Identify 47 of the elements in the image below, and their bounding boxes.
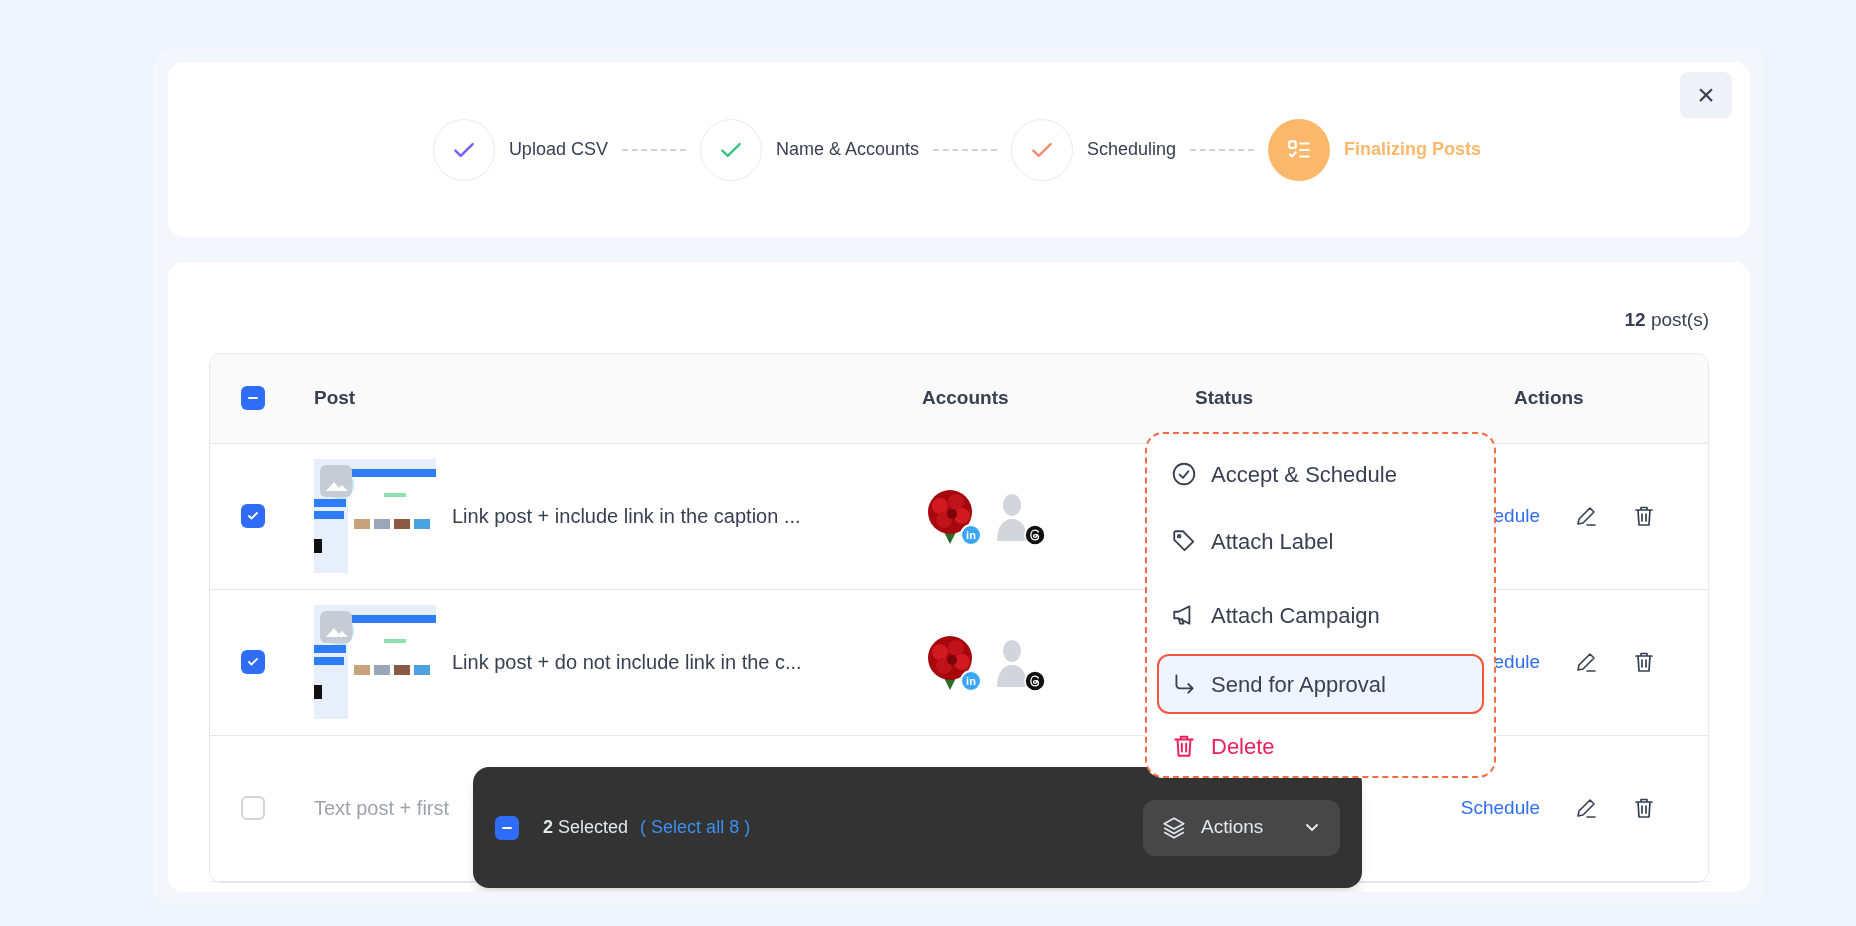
delete-icon[interactable] [1632, 504, 1656, 528]
step-label: Scheduling [1087, 138, 1177, 161]
selected-count: 2 Selected [543, 816, 629, 839]
avatar-silhouette-icon [995, 637, 1029, 687]
threads-icon [1024, 670, 1046, 692]
step-label: Upload CSV [508, 138, 608, 161]
threads-icon [1024, 524, 1046, 546]
delete-icon[interactable] [1632, 650, 1656, 674]
check-circle-icon [1171, 461, 1197, 487]
column-header: Post [314, 386, 356, 408]
post-text: Link post + do not include link in the c... [452, 650, 802, 675]
schedule-link[interactable]: Schedule [1460, 793, 1540, 823]
minus-icon [502, 826, 512, 829]
check-icon [248, 512, 258, 520]
tag-icon [1171, 528, 1197, 554]
menu-item[interactable]: Send for Approval [1157, 654, 1484, 714]
checkbox[interactable] [241, 386, 265, 410]
column-header: Accounts [922, 386, 1009, 408]
avatar-silhouette-icon [995, 491, 1029, 541]
delete-icon[interactable] [1632, 796, 1656, 820]
menu-item[interactable]: Accept & Schedule [1157, 444, 1484, 504]
linkedin-badge: in [960, 524, 982, 546]
checkbox[interactable] [241, 504, 265, 528]
step-label: Finalizing Posts [1344, 138, 1482, 161]
post-count: 12 post(s) [1624, 308, 1709, 332]
step-label: Name & Accounts [775, 138, 919, 161]
linkedin-badge: in [960, 670, 982, 692]
close-button[interactable]: × [1680, 72, 1732, 118]
post-text: Text post + first [314, 796, 450, 821]
menu-item[interactable]: Attach Campaign [1157, 578, 1484, 652]
menu-item[interactable]: Attach Label [1157, 504, 1484, 578]
column-header: Actions [1514, 386, 1584, 408]
select-all-link[interactable]: ( Select all 8 ) [640, 814, 751, 841]
checkbox[interactable] [495, 815, 519, 840]
edit-icon[interactable] [1574, 504, 1598, 528]
minus-icon [248, 397, 258, 399]
check-icon [248, 658, 258, 666]
edit-icon[interactable] [1574, 650, 1598, 674]
chevron-down-icon [1306, 824, 1318, 831]
post-text: Link post + include link in the caption ... [452, 504, 801, 529]
trash-icon [1171, 733, 1197, 759]
actions-button[interactable]: Actions [1143, 799, 1340, 856]
column-header: Status [1195, 386, 1254, 408]
edit-icon[interactable] [1574, 796, 1598, 820]
checkbox[interactable] [241, 796, 265, 820]
checkbox[interactable] [241, 650, 265, 674]
menu-item[interactable]: Delete [1157, 716, 1484, 776]
